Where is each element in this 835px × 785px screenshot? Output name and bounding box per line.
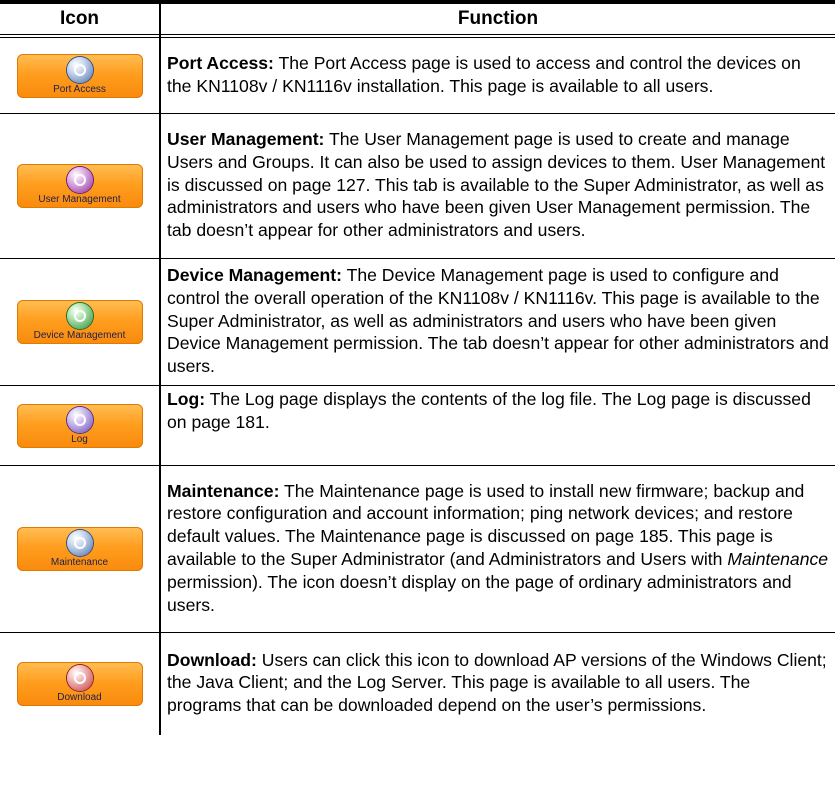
button-label: Download [57, 691, 102, 703]
user-management-button[interactable]: User Management [16, 164, 143, 208]
users-icon [66, 167, 93, 193]
function-text: Port Access: The Port Access page is use… [160, 37, 835, 114]
icon-cell: User Management [0, 113, 161, 259]
function-text: Download: Users can click this icon to d… [160, 633, 835, 735]
button-label: Maintenance [50, 557, 109, 568]
function-term: Device Management: [167, 265, 343, 285]
gear-icon [66, 303, 93, 329]
port-access-icon [66, 56, 93, 83]
function-description: The Log page displays the contents of th… [167, 389, 811, 432]
function-description: permission). The icon doesn’t display on… [167, 571, 792, 615]
device-management-button[interactable]: Device Management [16, 300, 143, 344]
icon-cell: Download [0, 632, 161, 735]
icon-cell: Port Access [0, 37, 161, 114]
button-label: Device Management [33, 330, 126, 341]
icon-cell: Device Management [0, 258, 161, 386]
row-maintenance: Maintenance Maintenance: The Maintenance… [0, 465, 835, 633]
function-emphasis: Maintenance [727, 549, 829, 569]
function-table: Icon Function Port Access Port Access: T… [0, 0, 835, 735]
function-text: User Management: The User Management pag… [160, 113, 835, 259]
function-term: User Management: [167, 129, 325, 149]
function-term: Port Access: [167, 52, 274, 73]
button-label: User Management [38, 194, 121, 205]
icon-cell: Maintenance [0, 465, 161, 633]
row-download: Download Download: Users can click this … [0, 632, 835, 735]
maintenance-disc-icon [66, 530, 93, 556]
header-row: Icon Function [0, 0, 835, 35]
function-text: Maintenance: The Maintenance page is use… [160, 465, 835, 633]
header-function: Function [160, 0, 835, 35]
icon-cell: Log [0, 385, 161, 466]
log-button[interactable]: Log [16, 403, 143, 448]
download-icon [66, 664, 93, 691]
row-user-management: User Management User Management: The Use… [0, 113, 835, 259]
maintenance-button[interactable]: Maintenance [16, 527, 143, 571]
download-button[interactable]: Download [16, 661, 143, 706]
row-log: Log Log: The Log page displays the conte… [0, 385, 835, 466]
function-term: Download: [167, 649, 257, 670]
button-label: Port Access [53, 83, 106, 95]
clock-icon [66, 406, 93, 433]
function-term: Log: [167, 389, 206, 409]
function-term: Maintenance: [167, 480, 280, 501]
button-label: Log [71, 433, 88, 445]
row-device-management: Device Management Device Management: The… [0, 258, 835, 386]
function-description: Users can click this icon to download AP… [167, 649, 827, 716]
port-access-button[interactable]: Port Access [16, 53, 143, 98]
header-icon: Icon [0, 0, 161, 35]
row-port-access: Port Access Port Access: The Port Access… [0, 37, 835, 114]
function-text: Log: The Log page displays the contents … [160, 385, 835, 466]
function-text: Device Management: The Device Management… [160, 258, 835, 386]
